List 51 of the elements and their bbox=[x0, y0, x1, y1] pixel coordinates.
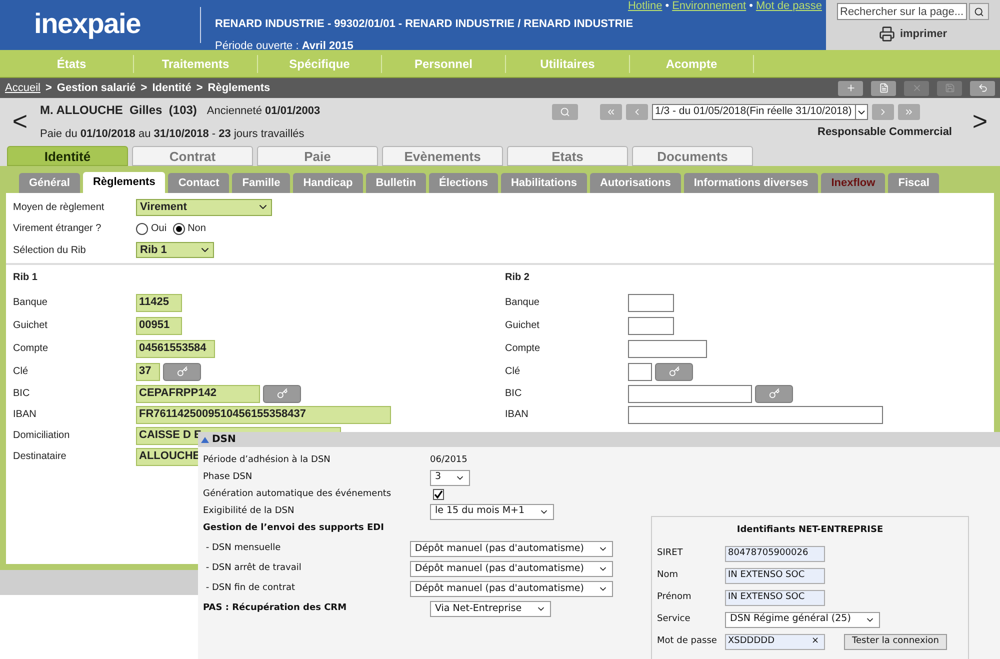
field-label: Clé bbox=[505, 365, 522, 379]
section-heading: Gestion de l’envoi des supports EDI bbox=[203, 522, 385, 535]
panel-title: DSN bbox=[212, 433, 236, 447]
section-title: Rib 2 bbox=[505, 270, 530, 284]
field-label: Guichet bbox=[505, 319, 540, 333]
field-label: Destinataire bbox=[13, 450, 68, 464]
field-label: - DSN arrêt de travail bbox=[204, 562, 302, 576]
employee-name: M. ALLOUCHE Gilles (103) bbox=[40, 102, 197, 119]
section-title: Rib 1 bbox=[13, 270, 38, 284]
field-label: Clé bbox=[13, 365, 30, 379]
field-label: Génération automatique des événements bbox=[203, 488, 392, 501]
field-label: Phase DSN bbox=[203, 470, 254, 484]
breadcrumb-item: Règlements bbox=[208, 80, 270, 96]
field-label: Domiciliation bbox=[13, 429, 71, 443]
box-title: Identifiants NET-ENTREPRISE bbox=[736, 524, 884, 537]
field-label: Nom bbox=[657, 568, 680, 582]
field-label: Exigibilité de la DSN bbox=[203, 504, 296, 518]
company-name: RENARD INDUSTRIE - 99302/01/01 - RENARD INDUSTRIE / RENARD INDUSTRIE bbox=[215, 17, 634, 32]
field-label: SIRET bbox=[657, 546, 684, 560]
field-label: Sélection du Rib bbox=[13, 244, 87, 258]
job-title: Responsable Commercial bbox=[818, 125, 952, 140]
field-label: - DSN mensuelle bbox=[204, 542, 282, 556]
breadcrumb-separator: > bbox=[196, 80, 203, 96]
field-label: Période d’adhésion à la DSN bbox=[203, 454, 332, 467]
separator: • bbox=[665, 0, 670, 14]
field-label: Compte bbox=[13, 342, 50, 356]
field-label: PAS : Récupération des CRM bbox=[203, 602, 348, 616]
breadcrumb-item: Gestion salarié bbox=[56, 80, 136, 96]
field-label: Mot de passe bbox=[657, 634, 718, 648]
seniority-text: Ancienneté 01/01/2003 bbox=[206, 104, 320, 119]
field-label: IBAN bbox=[13, 408, 38, 422]
period-text: Période ouverte : Avril 2015 bbox=[215, 38, 354, 54]
field-label: IBAN bbox=[505, 408, 530, 422]
field-label: Moyen de règlement bbox=[13, 200, 106, 214]
field-label: BIC bbox=[13, 387, 31, 401]
breadcrumb-separator: > bbox=[45, 80, 52, 96]
field-label: BIC bbox=[505, 387, 523, 401]
field-label: Service bbox=[657, 612, 692, 626]
breadcrumb-item: Identité bbox=[152, 80, 192, 96]
field-label: Prénom bbox=[657, 590, 692, 604]
field-label: Guichet bbox=[13, 319, 48, 333]
field-label: Virement étranger ? bbox=[13, 222, 102, 236]
field-label: - DSN fin de contrat bbox=[204, 582, 296, 596]
separator: • bbox=[749, 0, 753, 14]
field-label: Compte bbox=[505, 342, 542, 356]
field-label: Banque bbox=[13, 296, 48, 310]
field-label: Banque bbox=[505, 296, 540, 310]
breadcrumb-separator: > bbox=[140, 80, 148, 96]
logo: inexpaie bbox=[33, 7, 142, 41]
pay-period-text: Paie du 01/10/2018 au 31/10/2018 - 23 jours travaillés bbox=[40, 126, 306, 142]
field-value: 06/2015 bbox=[430, 454, 468, 467]
